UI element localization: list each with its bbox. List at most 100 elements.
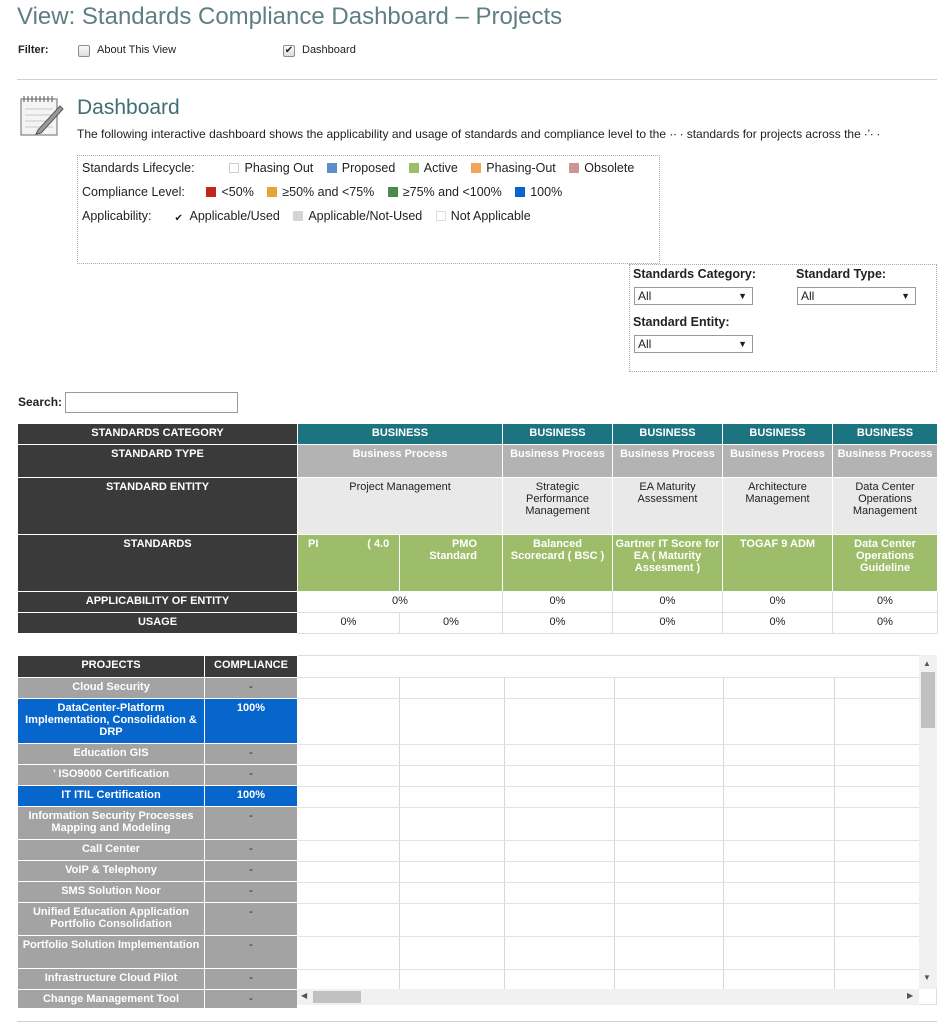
swatch — [471, 163, 482, 173]
table-row[interactable]: Education GIS - — [17, 743, 298, 765]
project-name[interactable]: Call Center — [17, 839, 205, 861]
project-name[interactable]: Infrastructure Cloud Pilot — [17, 968, 205, 990]
arrow-left-icon[interactable]: ◀ — [301, 991, 307, 1000]
project-name[interactable]: Information Security Processes Mapping a… — [17, 806, 205, 840]
project-name[interactable]: Education GIS — [17, 743, 205, 765]
grid-line — [298, 744, 920, 745]
grid-line — [504, 678, 505, 1004]
table-row[interactable]: VoIP & Telephony - — [17, 860, 298, 882]
applicability-row: APPLICABILITY OF ENTITY 0% 0% 0% 0% 0% — [17, 591, 938, 613]
swatch — [293, 211, 304, 221]
swatch — [206, 187, 217, 197]
project-name[interactable]: Cloud Security — [17, 677, 205, 699]
compliance-value: - — [204, 839, 298, 861]
dashboard-filter-label: Dashboard — [302, 44, 356, 56]
table-row[interactable]: Portfolio Solution Implementation - — [17, 935, 298, 969]
standard-cell[interactable]: TOGAF 9 ADM — [722, 534, 833, 592]
legend-item: ≥75% and <100% — [387, 184, 502, 200]
scroll-thumb[interactable] — [313, 991, 361, 1003]
swatch — [267, 187, 278, 197]
legend-item: <50% — [206, 184, 254, 200]
project-name[interactable]: Portfolio Solution Implementation — [17, 935, 205, 969]
applicability-cell: 0% — [297, 591, 503, 613]
compliance-value: - — [204, 935, 298, 969]
project-name[interactable]: DataCenter-Platform Implementation, Cons… — [17, 698, 205, 744]
standard-cell[interactable]: PI ( 4.0 — [297, 534, 400, 592]
entity-cell: Data Center Operations Management — [832, 477, 938, 535]
standard-entity-select[interactable]: All ▼ — [634, 335, 753, 353]
select-value: All — [638, 337, 652, 351]
swatch — [387, 187, 398, 197]
standards-matrix: STANDARDS CATEGORY BUSINESS BUSINESS BUS… — [17, 423, 938, 634]
about-view-checkbox[interactable] — [78, 45, 90, 57]
legend-item: Obsolete — [569, 160, 634, 176]
scroll-thumb[interactable] — [921, 672, 935, 728]
standard-cell[interactable]: Gartner IT Score for EA ( Maturity Asses… — [612, 534, 723, 592]
legend-item: ✔ Applicable/Used — [174, 208, 280, 224]
search-input[interactable] — [65, 392, 238, 413]
arrow-right-icon[interactable]: ▶ — [907, 991, 913, 1000]
table-row[interactable]: IT ITIL Certification 100% — [17, 785, 298, 807]
legend-item-label: <50% — [221, 185, 254, 199]
legend-item: Phasing Out — [229, 160, 313, 176]
grid-line — [298, 903, 920, 904]
category-cell: BUSINESS — [722, 423, 833, 445]
compliance-value: 100% — [204, 785, 298, 807]
compliance-header: COMPLIANCE — [204, 655, 298, 678]
row-header: STANDARD ENTITY — [17, 477, 298, 535]
usage-grid — [297, 655, 937, 1005]
projects-table: PROJECTS COMPLIANCE Cloud Security - Data… — [17, 655, 298, 1009]
standards-category-select[interactable]: All ▼ — [634, 287, 753, 305]
table-row[interactable]: Information Security Processes Mapping a… — [17, 806, 298, 840]
projects-header: PROJECTS — [17, 655, 205, 678]
usage-cell: 0% — [502, 612, 613, 634]
applicability-cell: 0% — [832, 591, 938, 613]
table-row[interactable]: SMS Solution Noor - — [17, 881, 298, 903]
standard-cell[interactable]: Balanced Scorecard ( BSC ) — [502, 534, 613, 592]
standards-row: STANDARDS PI ( 4.0 PMO Standard Balanced… — [17, 534, 938, 592]
legend-item: Proposed — [326, 160, 395, 176]
table-row[interactable]: Cloud Security - — [17, 677, 298, 699]
table-row[interactable]: Call Center - — [17, 839, 298, 861]
arrow-up-icon[interactable]: ▲ — [923, 659, 931, 668]
swatch — [515, 187, 526, 197]
legend-lifecycle: Standards Lifecycle: Phasing Out Propose… — [82, 160, 644, 176]
project-name[interactable]: IT ITIL Certification — [17, 785, 205, 807]
table-row[interactable]: Change Management Tool - — [17, 989, 298, 1009]
standard-cell[interactable]: PMO Standard — [399, 534, 503, 592]
legend-item: ≥50% and <75% — [267, 184, 374, 200]
grid-line — [298, 861, 920, 862]
type-cell: Business Process — [612, 444, 723, 478]
filter-panel: Standards Category: All ▼ Standard Type: … — [629, 264, 937, 372]
table-row[interactable]: Infrastructure Cloud Pilot - — [17, 968, 298, 990]
grid-line — [298, 882, 920, 883]
dashboard-heading: Dashboard — [77, 96, 180, 119]
legend-item-label: Phasing Out — [244, 161, 314, 175]
row-header: USAGE — [17, 612, 298, 634]
search-label: Search: — [18, 395, 63, 409]
table-row[interactable]: Unified Education Application Portfolio … — [17, 902, 298, 936]
project-name[interactable]: VoIP & Telephony — [17, 860, 205, 882]
project-name[interactable]: ’ ISO9000 Certification — [17, 764, 205, 786]
dashboard-checkbox[interactable]: ✔ — [283, 45, 295, 57]
legend-item: Active — [408, 160, 458, 176]
legend-item-label: Applicable/Not-Used — [308, 209, 423, 223]
standard-type-select[interactable]: All ▼ — [797, 287, 916, 305]
project-name[interactable]: SMS Solution Noor — [17, 881, 205, 903]
project-name[interactable]: Change Management Tool — [17, 989, 205, 1009]
standard-cell[interactable]: Data Center Operations Guideline — [832, 534, 938, 592]
type-cell: Business Process — [297, 444, 503, 478]
type-cell: Business Process — [502, 444, 613, 478]
row-header: STANDARDS CATEGORY — [17, 423, 298, 445]
table-row[interactable]: ’ ISO9000 Certification - — [17, 764, 298, 786]
horizontal-scrollbar[interactable]: ◀ ▶ — [297, 989, 919, 1005]
row-header: APPLICABILITY OF ENTITY — [17, 591, 298, 613]
legend-lifecycle-label: Standards Lifecycle: — [82, 161, 195, 175]
arrow-down-icon[interactable]: ▼ — [923, 973, 931, 982]
legend-compliance: Compliance Level: <50% ≥50% and <75% ≥75… — [82, 184, 572, 200]
legend-item: 100% — [515, 184, 562, 200]
table-row[interactable]: DataCenter-Platform Implementation, Cons… — [17, 698, 298, 744]
chevron-down-icon: ▼ — [901, 291, 910, 301]
project-name[interactable]: Unified Education Application Portfolio … — [17, 902, 205, 936]
vertical-scrollbar[interactable]: ▲ ▼ — [919, 655, 937, 989]
